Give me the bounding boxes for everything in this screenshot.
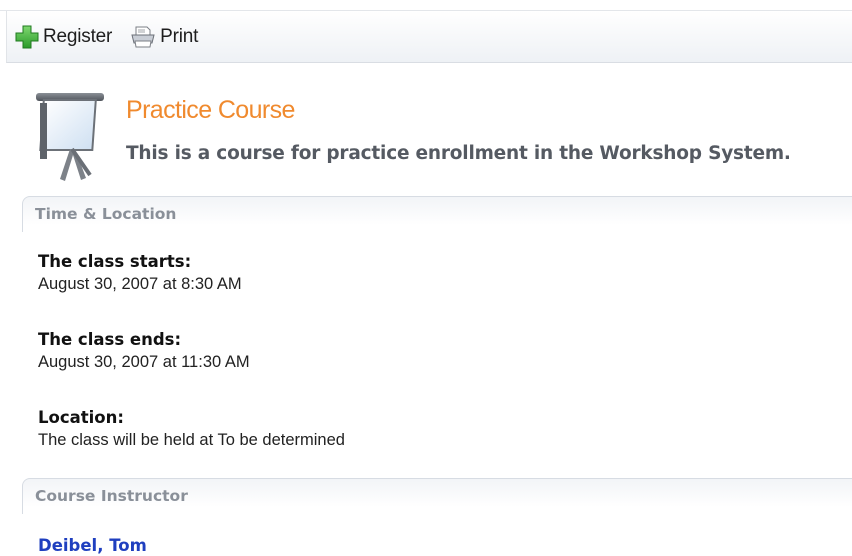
course-instructor-section-header: Course Instructor — [22, 478, 852, 514]
location-value: The class will be held at To be determin… — [38, 431, 345, 449]
toolbar: Register Print — [6, 11, 852, 63]
instructor-name-link[interactable]: Deibel, Tom — [38, 536, 147, 555]
plus-icon — [15, 25, 39, 49]
printer-icon — [130, 25, 156, 49]
time-location-section-header: Time & Location — [22, 196, 852, 232]
class-starts-label: The class starts: — [38, 252, 192, 271]
class-ends-value: August 30, 2007 at 11:30 AM — [38, 353, 250, 371]
print-button[interactable]: Print — [130, 25, 198, 49]
course-title: Practice Course — [126, 96, 295, 124]
section-heading: Course Instructor — [35, 487, 188, 505]
register-label: Register — [43, 25, 113, 47]
presentation-board-icon — [32, 83, 110, 183]
class-starts-value: August 30, 2007 at 8:30 AM — [38, 275, 242, 293]
location-label: Location: — [38, 408, 124, 427]
course-detail-page: Register Print Practice Course This is a… — [0, 0, 852, 556]
register-button[interactable]: Register — [15, 25, 112, 49]
course-description: This is a course for practice enrollment… — [126, 143, 791, 164]
class-ends-label: The class ends: — [38, 330, 182, 349]
print-label: Print — [160, 25, 199, 47]
section-heading: Time & Location — [35, 205, 177, 223]
